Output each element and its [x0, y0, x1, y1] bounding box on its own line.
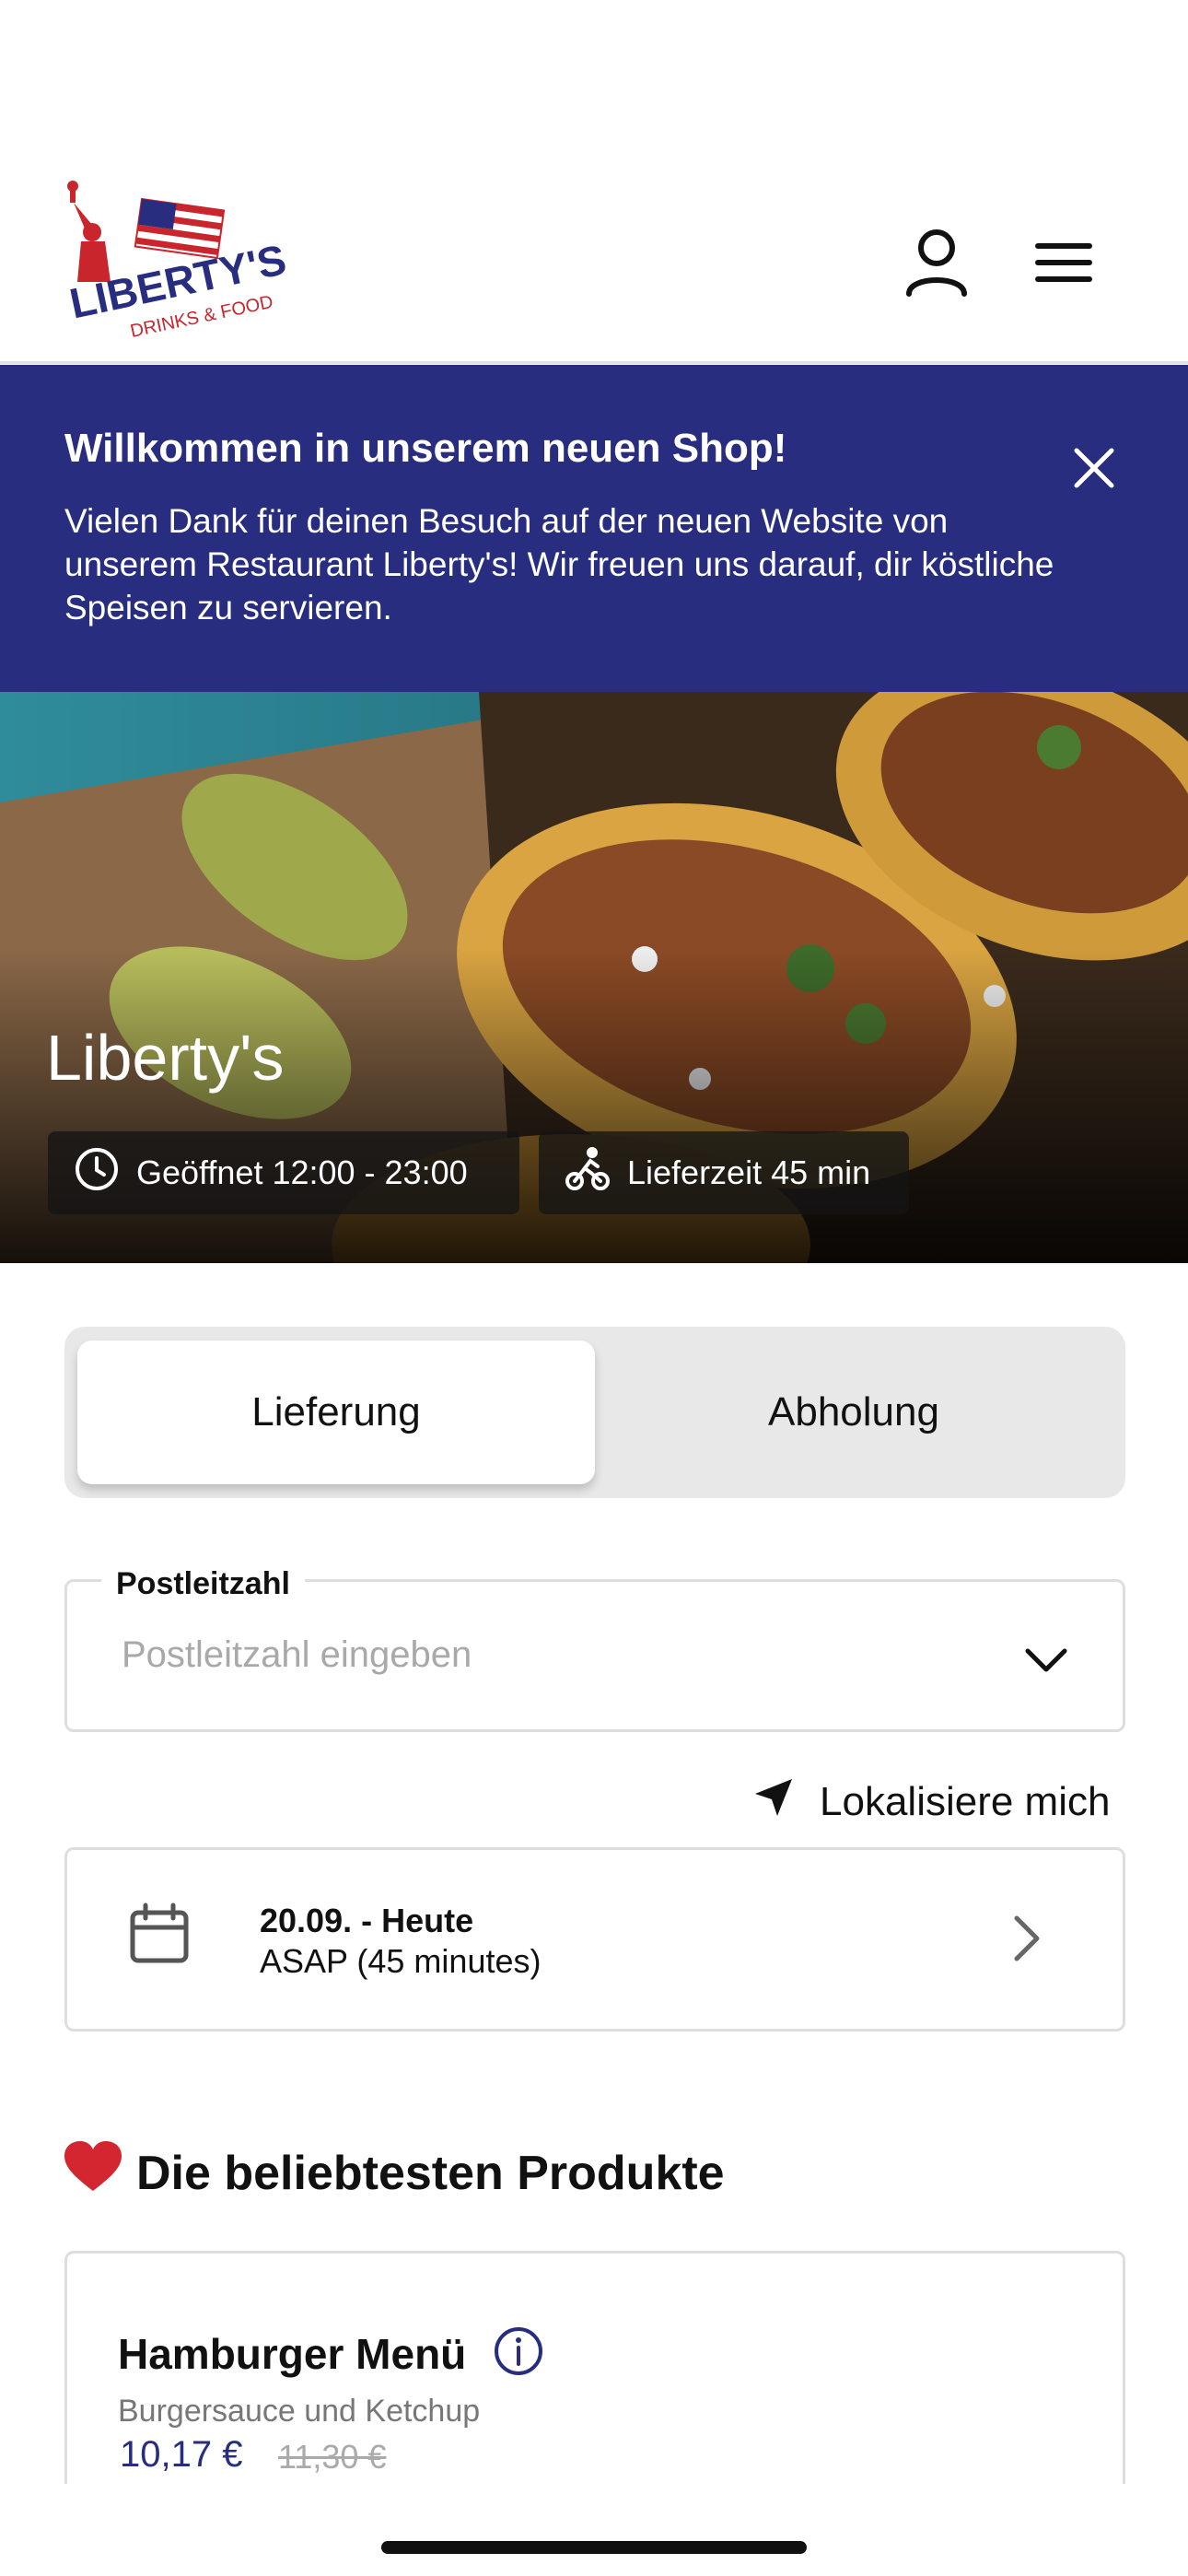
tab-abholung[interactable]: Abholung: [595, 1341, 1112, 1484]
user-icon[interactable]: [895, 221, 978, 304]
liberty-logo[interactable]: LIBERTY'S DRINKS & FOOD: [64, 181, 295, 346]
locate-me-button[interactable]: Lokalisiere mich: [753, 1773, 1110, 1832]
bottom-safe-area: [0, 2484, 1188, 2576]
schedule-date: 20.09. - Heute: [260, 1902, 474, 1939]
delivery-time-chip: Lieferzeit 45 min: [539, 1131, 909, 1214]
postcode-label: Postleitzahl: [101, 1566, 305, 1602]
chevron-right-icon: [1004, 1913, 1050, 1964]
product-description: Burgersauce und Ketchup: [118, 2394, 481, 2429]
hamburger-menu-icon[interactable]: [1022, 221, 1105, 304]
tab-lieferung[interactable]: Lieferung: [77, 1341, 595, 1484]
popular-products-title: Die beliebtesten Produkte: [136, 2146, 725, 2200]
schedule-time: ASAP (45 minutes): [260, 1942, 542, 1980]
calendar-icon: [127, 1902, 192, 1966]
bicycle-courier-icon: [565, 1146, 611, 1200]
delivery-schedule-card[interactable]: [64, 1847, 1125, 2032]
opening-hours-text: Geöffnet 12:00 - 23:00: [136, 1153, 468, 1191]
locate-me-label: Lokalisiere mich: [820, 1779, 1111, 1824]
banner-title: Willkommen in unserem neuen Shop!: [64, 426, 787, 471]
product-name: Hamburger Menü: [118, 2330, 467, 2378]
chevron-down-icon[interactable]: [1020, 1634, 1072, 1686]
info-icon[interactable]: [493, 2325, 544, 2377]
top-header: LIBERTY'S DRINKS & FOOD: [0, 0, 1188, 364]
product-old-price: 11,30 €: [278, 2438, 387, 2476]
home-indicator[interactable]: [381, 2541, 807, 2554]
product-price: 10,17 €: [120, 2434, 243, 2475]
banner-text: Vielen Dank für deinen Besuch auf der ne…: [64, 502, 1054, 626]
order-type-toggle: Lieferung Abholung: [64, 1327, 1125, 1498]
location-arrow-icon: [753, 1777, 794, 1828]
restaurant-name: Liberty's: [46, 1022, 285, 1094]
close-icon[interactable]: [1057, 431, 1131, 505]
opening-hours-chip: Geöffnet 12:00 - 23:00: [48, 1131, 519, 1214]
heart-icon: [64, 2141, 122, 2205]
clock-icon: [74, 1146, 120, 1200]
postcode-input[interactable]: [122, 1634, 950, 1676]
delivery-time-text: Lieferzeit 45 min: [627, 1153, 871, 1191]
popular-products-heading: Die beliebtesten Produkte: [64, 2141, 725, 2205]
